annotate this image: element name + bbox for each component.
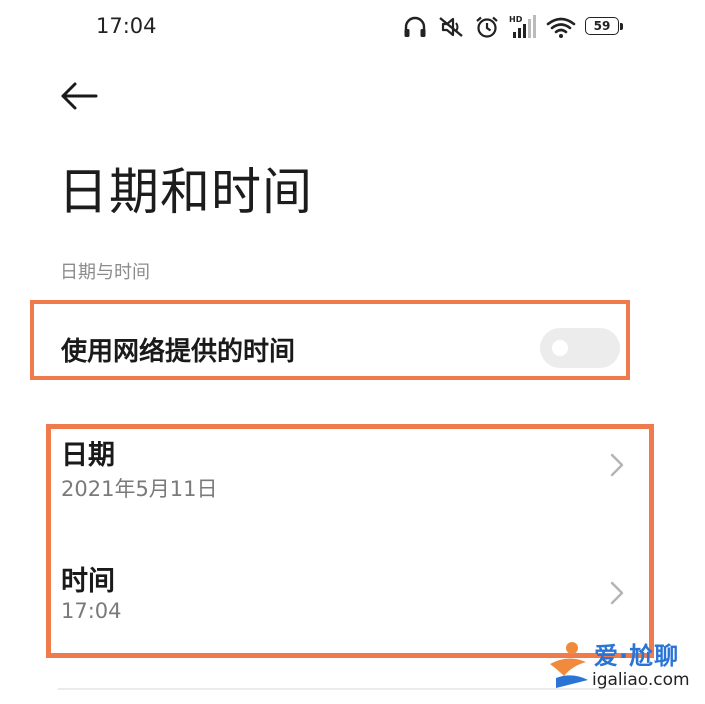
battery-icon: 59: [585, 17, 625, 37]
time-value: 17:04: [61, 599, 122, 623]
date-row[interactable]: 日期 2021年5月11日: [51, 429, 649, 539]
wifi-icon: [546, 17, 576, 38]
battery-level: 59: [593, 19, 611, 33]
status-time: 17:04: [96, 14, 157, 38]
watermark: 爱·尬聊 igaliao.com: [542, 634, 702, 700]
hd-signal-icon: HD: [509, 15, 536, 38]
chevron-right-icon: [610, 581, 624, 605]
arrow-left-icon: [61, 82, 98, 110]
network-time-row[interactable]: 使用网络提供的时间: [30, 300, 630, 380]
back-button[interactable]: [58, 78, 102, 114]
network-time-toggle[interactable]: [540, 328, 620, 368]
section-header: 日期与时间: [60, 262, 150, 283]
date-value: 2021年5月11日: [61, 477, 218, 501]
date-title: 日期: [61, 440, 115, 471]
watermark-logo-icon: [550, 642, 588, 688]
watermark-title: 爱·尬聊: [594, 642, 680, 670]
watermark-url: igaliao.com: [592, 670, 690, 690]
alarm-icon: [476, 16, 498, 38]
muted-notification-icon: [439, 17, 463, 37]
chevron-right-icon: [610, 453, 624, 477]
status-bar: 17:04 HD 59: [0, 0, 705, 54]
time-title: 时间: [61, 566, 115, 597]
network-time-label: 使用网络提供的时间: [61, 337, 296, 367]
toggle-knob: [552, 340, 568, 356]
status-icons: HD 59: [402, 12, 625, 42]
svg-text:HD: HD: [509, 15, 523, 24]
page-title: 日期和时间: [58, 163, 313, 221]
date-time-group: 日期 2021年5月11日 时间 17:04: [46, 424, 654, 658]
headphones-icon: [404, 16, 426, 37]
